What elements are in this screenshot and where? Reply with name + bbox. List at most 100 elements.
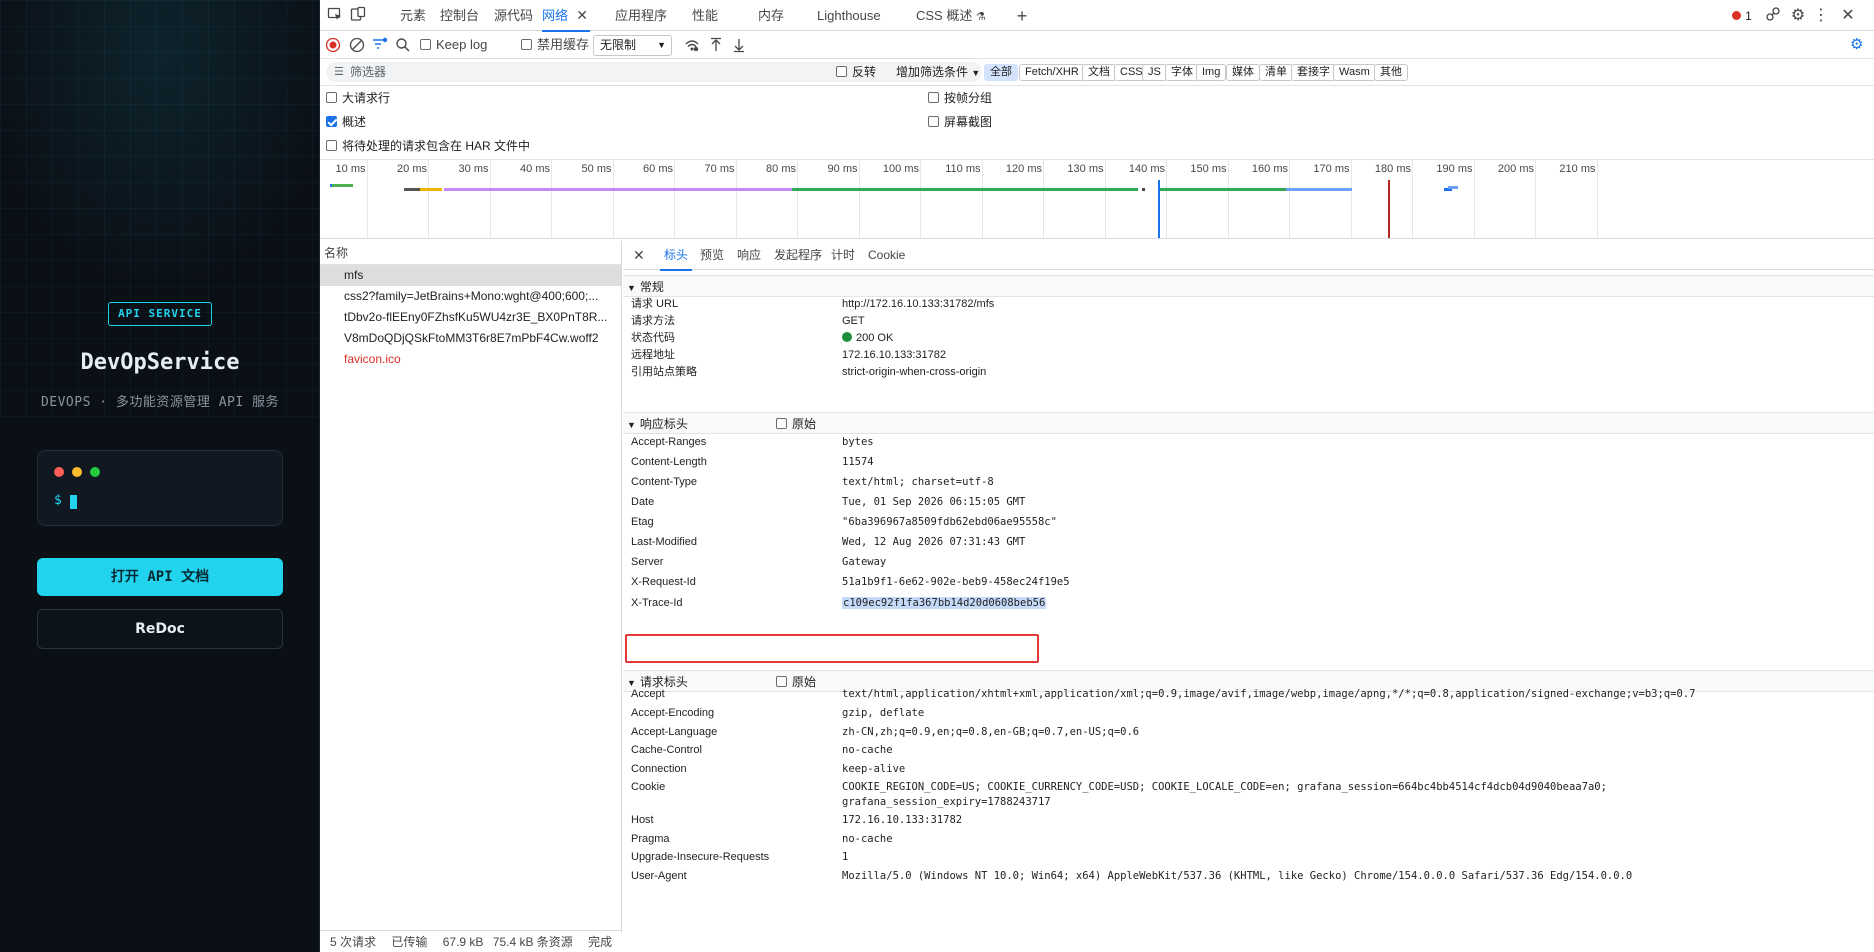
request-row[interactable]: css2?family=JetBrains+Mono:wght@400;600;… [320, 286, 621, 307]
throttle-select[interactable]: 无限制 ▼ [593, 35, 672, 56]
header-value[interactable]: no-cache [842, 742, 893, 758]
big-rows-checkbox[interactable]: 大请求行 [326, 89, 390, 107]
screenshots-checkbox[interactable]: 屏幕截图 [928, 113, 992, 131]
chip-doc[interactable]: 文档 [1082, 64, 1116, 81]
header-value[interactable]: zh-CN,zh;q=0.9,en;q=0.8,en-GB;q=0.7,en-U… [842, 724, 1139, 740]
group-by-frame-box [928, 92, 939, 103]
header-value[interactable]: bytes [842, 434, 874, 450]
overview-checkbox[interactable]: 概述 [326, 113, 366, 131]
timeline-tick-label: 190 ms [1436, 163, 1473, 175]
tab-headers[interactable]: 标头 [659, 241, 693, 271]
add-tab-icon[interactable]: + [1012, 6, 1032, 26]
close-details-icon[interactable]: ✕ [633, 241, 645, 270]
header-value[interactable]: Wed, 12 Aug 2026 07:31:43 GMT [842, 534, 1025, 550]
header-value[interactable]: COOKIE_REGION_CODE=US; COOKIE_CURRENCY_C… [842, 779, 1607, 795]
tab-application[interactable]: 应用程序 [615, 0, 667, 31]
header-value[interactable]: GET [842, 313, 865, 329]
tab-preview[interactable]: 预览 [700, 241, 724, 270]
device-toolbar-icon[interactable] [348, 6, 368, 26]
tab-console[interactable]: 控制台 [440, 0, 479, 31]
header-value[interactable]: 172.16.10.133:31782 [842, 347, 946, 363]
tab-sources[interactable]: 源代码 [494, 0, 533, 31]
chip-fetch-xhr[interactable]: Fetch/XHR [1019, 64, 1085, 81]
tab-network[interactable]: 网络 ✕ [542, 0, 591, 32]
issues-icon[interactable] [1763, 6, 1783, 26]
record-icon[interactable] [325, 35, 341, 55]
keep-log-checkbox[interactable]: Keep log [420, 35, 487, 55]
chip-all[interactable]: 全部 [984, 64, 1018, 81]
error-counter[interactable]: 1 [1724, 6, 1760, 26]
chip-wasm[interactable]: Wasm [1333, 64, 1376, 81]
more-filters-dropdown[interactable]: 增加筛选条件 ▼ [896, 63, 980, 81]
chip-font[interactable]: 字体 [1165, 64, 1199, 81]
har-checkbox[interactable]: 将待处理的请求包含在 HAR 文件中 [326, 137, 530, 155]
header-value[interactable]: 51a1b9f1-6e62-902e-beb9-458ec24f19e5 [842, 574, 1070, 590]
header-value-continued[interactable]: grafana_session_expiry=1788243717 [842, 794, 1051, 810]
header-value[interactable]: keep-alive [842, 761, 905, 777]
chevron-down-icon: ▼ [657, 40, 666, 50]
tab-timing[interactable]: 计时 [831, 241, 855, 270]
group-by-frame-checkbox[interactable]: 按帧分组 [928, 89, 992, 107]
inspect-element-icon[interactable] [325, 6, 345, 26]
search-icon[interactable] [395, 35, 411, 55]
tab-css-overview[interactable]: CSS 概述 ⚗ [916, 0, 986, 31]
open-api-docs-button[interactable]: 打开 API 文档 [37, 558, 283, 596]
header-value[interactable]: 1 [842, 849, 848, 865]
network-overview-timeline[interactable]: 10 ms 20 ms 30 ms 40 ms 50 ms 60 ms 70 ms 80 ms… [320, 159, 1874, 239]
more-options-icon[interactable]: ⋮ [1811, 6, 1831, 26]
response-raw-checkbox[interactable]: 原始 [776, 413, 816, 435]
network-settings-icon[interactable]: ⚙ [1850, 35, 1863, 55]
chip-other[interactable]: 其他 [1374, 64, 1408, 81]
general-section-header[interactable]: ▼ 常规 [623, 275, 1874, 297]
request-row[interactable]: favicon.ico [320, 349, 621, 370]
invert-checkbox[interactable]: 反转 [836, 63, 876, 81]
timeline-request-bar [332, 184, 353, 187]
chip-img[interactable]: Img [1196, 64, 1227, 81]
tab-lighthouse[interactable]: Lighthouse [817, 0, 881, 31]
name-column-header[interactable]: 名称 [320, 241, 621, 265]
header-value[interactable]: 200 OK [842, 330, 893, 346]
network-conditions-icon[interactable] [684, 35, 700, 55]
tab-response[interactable]: 响应 [737, 241, 761, 270]
request-row[interactable]: tDbv2o-flEEny0FZhsfKu5WU4zr3E_BX0PnT8R..… [320, 307, 621, 328]
import-har-icon[interactable] [708, 35, 724, 55]
header-value[interactable]: Gateway [842, 554, 886, 570]
header-value[interactable]: strict-origin-when-cross-origin [842, 364, 986, 380]
export-har-icon[interactable] [731, 35, 747, 55]
header-key: Accept-Encoding [631, 707, 715, 719]
request-row[interactable]: mfs [320, 265, 621, 286]
header-value[interactable]: Mozilla/5.0 (Windows NT 10.0; Win64; x64… [842, 868, 1632, 884]
header-value[interactable]: "6ba396967a8509fdb62ebd06ae95558c" [842, 514, 1057, 530]
chip-manifest[interactable]: 清单 [1259, 64, 1293, 81]
header-value[interactable]: Tue, 01 Sep 2026 06:15:05 GMT [842, 494, 1025, 510]
redoc-button[interactable]: ReDoc [37, 609, 283, 649]
clear-icon[interactable] [349, 35, 365, 55]
chip-socket[interactable]: 套接字 [1291, 64, 1336, 81]
header-value[interactable]: gzip, deflate [842, 705, 924, 721]
timeline-gridline [366, 160, 368, 238]
close-devtools-icon[interactable]: ✕ [1838, 6, 1858, 26]
filter-input[interactable]: ☰ 筛选器 [326, 62, 982, 82]
trace-id-selected[interactable]: c109ec92f1fa367bb14d20d0608beb56 [842, 596, 1047, 609]
disable-cache-checkbox[interactable]: 禁用缓存 [521, 35, 589, 55]
header-value[interactable]: 11574 [842, 454, 874, 470]
chip-media[interactable]: 媒体 [1226, 64, 1260, 81]
tab-elements[interactable]: 元素 [400, 0, 426, 31]
header-value[interactable]: http://172.16.10.133:31782/mfs [842, 296, 994, 312]
request-row[interactable]: V8mDoQDjQSkFtoMM3T6r8E7mPbF4Cw.woff2 [320, 328, 621, 349]
tab-memory[interactable]: 内存 [758, 0, 784, 31]
header-value[interactable]: 172.16.10.133:31782 [842, 812, 962, 828]
filter-funnel-icon[interactable] [372, 35, 388, 55]
header-value[interactable]: text/html; charset=utf-8 [842, 474, 994, 490]
invert-box [836, 66, 847, 77]
tab-initiator[interactable]: 发起程序 [774, 241, 822, 270]
tab-cookies[interactable]: Cookie [868, 241, 905, 270]
header-value[interactable]: c109ec92f1fa367bb14d20d0608beb56 [842, 595, 1047, 611]
close-tab-icon[interactable]: ✕ [576, 0, 588, 31]
settings-gear-icon[interactable]: ⚙ [1788, 6, 1808, 26]
response-headers-section-header[interactable]: ▼ 响应标头 原始 [623, 412, 1874, 434]
tab-performance[interactable]: 性能 [692, 0, 718, 31]
chip-js[interactable]: JS [1142, 64, 1167, 81]
header-value[interactable]: no-cache [842, 831, 893, 847]
header-value[interactable]: text/html,application/xhtml+xml,applicat… [842, 686, 1695, 702]
